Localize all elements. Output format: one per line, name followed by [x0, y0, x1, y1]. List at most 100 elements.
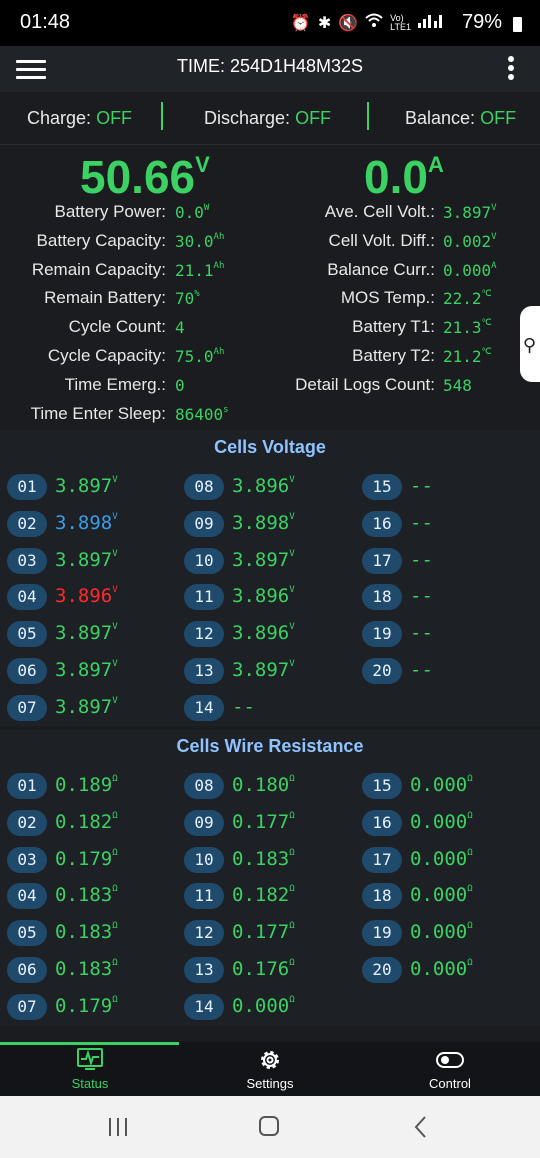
cell-number-badge: 20	[362, 658, 402, 684]
cell-value: --	[410, 475, 433, 497]
cell-item: 05 3.897V	[7, 621, 177, 649]
info-row: Cell Volt. Diff.:	[0, 231, 435, 257]
cell-value: 3.898V	[55, 511, 118, 534]
info-label: Cell Volt. Diff.:	[328, 230, 435, 250]
cell-item: 05 0.183Ω	[7, 920, 177, 948]
cell-item: 17 --	[362, 547, 532, 576]
cell-value: 3.896V	[232, 585, 295, 608]
status-bar: 01:48 ⏰ ✱ 🔇 Vo) LTE1 79%	[0, 0, 540, 46]
cell-number-badge: 18	[362, 883, 402, 910]
info-row: Balance Curr.:	[0, 260, 435, 286]
cell-number-badge: 11	[184, 584, 224, 611]
balance-status: Balance: OFF	[405, 108, 517, 128]
status-icons: ⏰ ✱ 🔇 Vo) LTE1	[291, 12, 444, 33]
cell-number-badge: 14	[184, 993, 224, 1020]
runtime-title: TIME: 254D1H48M32S	[176, 56, 364, 76]
pack-current: 0.0A	[364, 151, 444, 203]
info-value: 0.000A	[443, 260, 497, 280]
cell-value: 0.000Ω	[410, 847, 473, 870]
cell-value: 3.896V	[55, 585, 118, 608]
cell-number-badge: 05	[7, 920, 47, 947]
gear-icon	[261, 1051, 279, 1069]
cell-value: 0.000Ω	[410, 774, 473, 796]
cell-item: 17 0.000Ω	[362, 846, 532, 875]
back-icon[interactable]	[412, 1115, 430, 1139]
cell-value: 3.896V	[232, 622, 295, 645]
cell-value: 3.897V	[232, 659, 295, 681]
cell-value: 0.000Ω	[410, 810, 473, 833]
cell-number-badge: 07	[7, 694, 47, 721]
cell-item: 11 3.896V	[184, 584, 354, 612]
cell-value: 3.896V	[232, 475, 295, 497]
switch-status-row: Charge: OFF Discharge: OFF Balance: OFF	[0, 92, 540, 145]
cell-number-badge: 15	[362, 773, 402, 799]
cell-item: 09 3.898V	[184, 510, 354, 539]
cell-item: 02 0.182Ω	[7, 809, 177, 838]
info-row: Battery T1:	[0, 317, 435, 343]
cell-value: 0.000Ω	[410, 958, 473, 980]
cell-number-badge: 10	[184, 547, 224, 574]
cell-number-badge: 16	[362, 809, 402, 836]
accessibility-icon: ⚲	[522, 335, 536, 355]
cell-number-badge: 04	[7, 883, 47, 910]
info-value: 86400s	[175, 404, 229, 424]
cell-item: 10 0.183Ω	[184, 846, 354, 875]
cell-number-badge: 01	[7, 773, 47, 799]
home-icon[interactable]	[258, 1115, 280, 1137]
cell-value: 3.897V	[55, 475, 118, 497]
tab-status[interactable]: Status	[0, 1042, 180, 1096]
cell-item: 04 0.183Ω	[7, 883, 177, 911]
info-label: Ave. Cell Volt.:	[324, 202, 435, 221]
cells-resistance-title: Cells Wire Resistance	[176, 736, 364, 756]
info-label: Battery T2:	[352, 346, 435, 365]
battery-percent: 79%	[461, 11, 502, 33]
cell-item: 10 3.897V	[184, 547, 354, 576]
cell-item: 06 0.183Ω	[7, 957, 177, 985]
info-label: Battery T1:	[352, 317, 435, 337]
info-label: Time Enter Sleep:	[30, 403, 166, 423]
cell-value: 3.897V	[55, 622, 118, 645]
tab-control[interactable]: Control	[360, 1042, 540, 1096]
info-row: MOS Temp.:	[0, 288, 435, 314]
more-options-icon[interactable]	[506, 52, 516, 86]
cell-number-badge: 20	[362, 957, 402, 983]
cell-number-badge: 10	[184, 846, 224, 873]
cell-number-badge: 02	[7, 510, 47, 537]
cell-value: 0.176Ω	[232, 958, 295, 980]
cell-number-badge: 15	[362, 474, 402, 500]
cell-item: 20 --	[362, 658, 532, 686]
cell-item: 02 3.898V	[7, 510, 177, 539]
cell-value: --	[410, 511, 433, 534]
cell-value: 0.180Ω	[232, 774, 295, 796]
cell-item: 19 0.000Ω	[362, 920, 532, 948]
cell-item: 08 0.180Ω	[184, 773, 354, 801]
cell-item: 03 3.897V	[7, 547, 177, 576]
cell-item: 19 --	[362, 621, 532, 649]
cell-number-badge: 19	[362, 920, 402, 947]
toolbar: TIME: 254D1H48M32S	[0, 46, 540, 92]
cell-number-badge: 03	[7, 846, 47, 873]
cell-item: 04 3.896V	[7, 584, 177, 612]
discharge-status: Discharge: OFF	[204, 108, 332, 128]
recent-apps-icon[interactable]	[106, 1116, 130, 1138]
cell-value: --	[410, 585, 433, 608]
toggle-icon	[436, 1052, 464, 1068]
cell-value: 3.897V	[55, 548, 118, 571]
cell-value: --	[410, 548, 433, 571]
info-value: 0.002V	[443, 231, 497, 251]
tab-settings[interactable]: Settings	[180, 1042, 360, 1096]
cell-item: 12 0.177Ω	[184, 920, 354, 948]
cell-item: 13 0.176Ω	[184, 957, 354, 985]
info-value: 3.897V	[443, 203, 497, 222]
cell-number-badge: 12	[184, 920, 224, 947]
cell-item: 14 0.000Ω	[184, 993, 354, 1022]
cell-item: 15 --	[362, 474, 532, 502]
info-row: Battery T2:	[0, 346, 435, 372]
cell-number-badge: 07	[7, 993, 47, 1020]
cell-number-badge: 06	[7, 658, 47, 684]
cell-number-badge: 12	[184, 621, 224, 648]
cell-item: 08 3.896V	[184, 474, 354, 502]
cell-value: 0.177Ω	[232, 921, 295, 944]
bluetooth-icon: ✱	[317, 14, 332, 32]
cell-value: 3.897V	[55, 659, 118, 681]
